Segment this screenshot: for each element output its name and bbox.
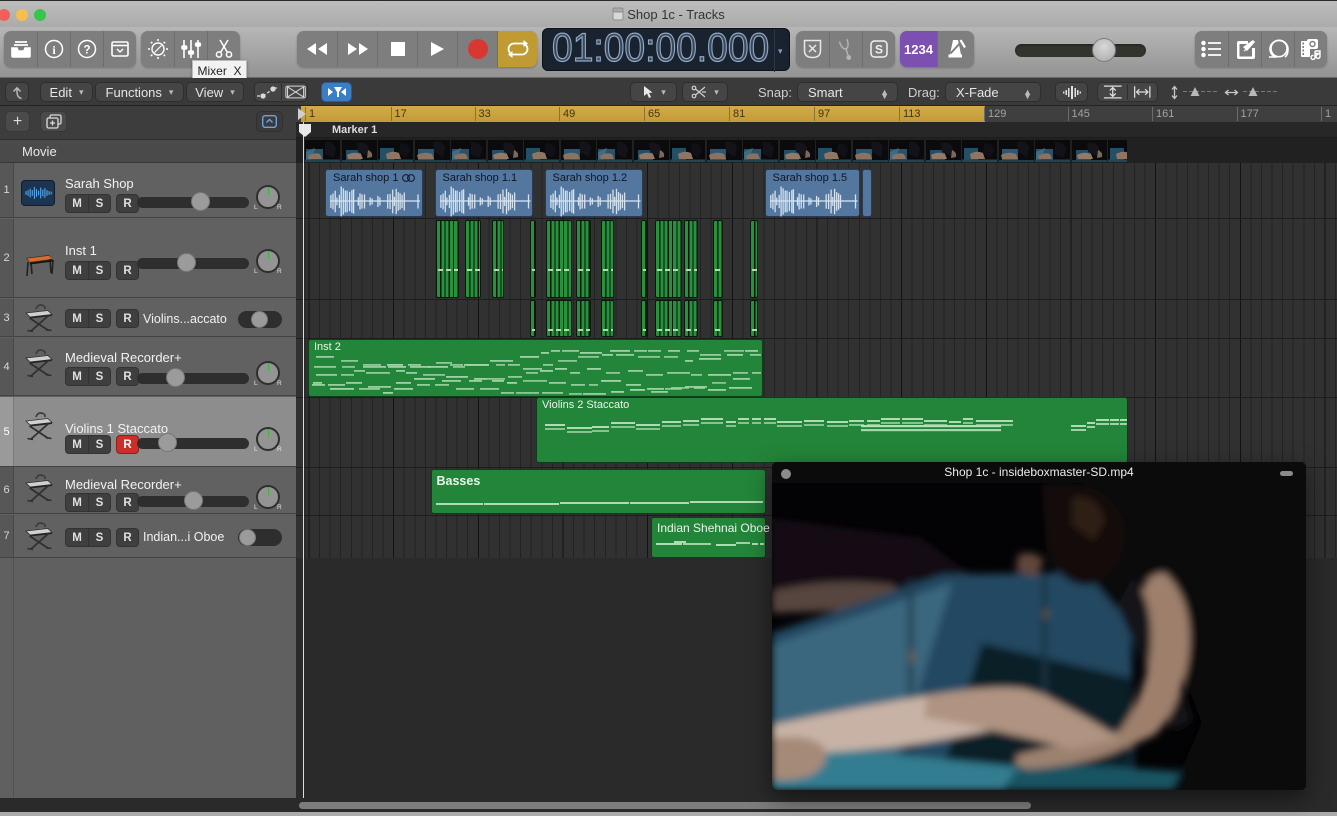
svg-text:i: i: [52, 43, 56, 57]
svg-text:?: ?: [83, 45, 90, 57]
svg-text:S: S: [875, 43, 883, 57]
